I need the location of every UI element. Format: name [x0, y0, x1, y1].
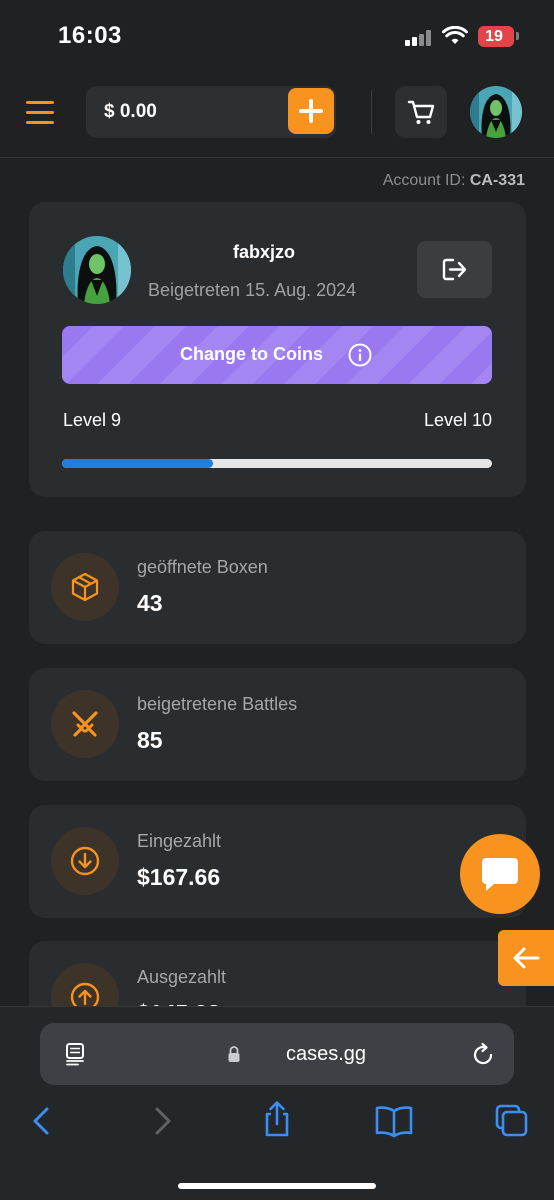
stat-value: 43 [137, 590, 163, 616]
profile-avatar [63, 236, 131, 304]
nav-divider [371, 90, 372, 134]
cart-icon [407, 100, 435, 124]
status-bar: 16:03 19 [0, 0, 554, 72]
stat-label: Eingezahlt [137, 831, 222, 851]
battery-level: 19 [485, 28, 503, 45]
account-id-value: CA-331 [469, 172, 525, 189]
add-funds-button[interactable] [288, 88, 334, 134]
current-level: Level 9 [63, 410, 122, 430]
crossed-swords-icon [72, 711, 98, 737]
share-icon[interactable] [257, 1099, 297, 1139]
wifi-icon [442, 26, 468, 44]
stat-icon-circle [51, 827, 119, 895]
account-id-label: Account ID: [382, 172, 466, 189]
stat-label: Ausgezahlt [137, 967, 227, 987]
cart-button[interactable] [395, 86, 447, 138]
chat-button[interactable] [460, 834, 540, 914]
next-level: Level 10 [423, 410, 492, 430]
logout-button[interactable] [417, 241, 492, 298]
reload-icon[interactable] [470, 1042, 496, 1068]
lock-icon [228, 1046, 240, 1062]
info-icon[interactable] [347, 342, 373, 368]
level-progress-bar [62, 459, 492, 468]
home-indicator [178, 1183, 376, 1189]
reader-page-icon[interactable] [64, 1042, 88, 1066]
hamburger-menu-icon[interactable] [26, 100, 54, 124]
stat-card-deposited: Eingezahlt $167.66 [29, 805, 526, 918]
logout-icon [442, 258, 467, 281]
forward-icon[interactable] [142, 1101, 182, 1141]
tabs-icon[interactable] [491, 1101, 531, 1141]
battery-tip [516, 32, 519, 40]
status-time: 16:03 [58, 22, 122, 49]
address-bar[interactable]: cases.gg [40, 1023, 514, 1085]
stat-value: 85 [137, 727, 163, 753]
deposit-arrow-down-icon [70, 846, 100, 876]
back-icon[interactable] [22, 1101, 62, 1141]
level-progress-fill [62, 459, 213, 468]
url-text: cases.gg [286, 1043, 367, 1065]
stat-value: $167.66 [137, 864, 221, 890]
username: fabxjzo [232, 242, 295, 262]
change-to-coins-label: Change to Coins [180, 344, 323, 364]
arrow-left-icon [513, 947, 540, 969]
stat-icon-circle [51, 553, 119, 621]
stat-card-opened-boxes: geöffnete Boxen 43 [29, 531, 526, 644]
profile-card: fabxjzo Beigetreten 15. Aug. 2024 Change… [29, 202, 526, 497]
chat-bubble-icon [482, 858, 518, 891]
top-navigation: $ 0.00 [0, 72, 554, 158]
browser-toolbar: cases.gg [0, 1006, 554, 1200]
account-id: Account ID: CA-331 [383, 172, 525, 190]
box-icon [71, 572, 99, 602]
user-avatar[interactable] [470, 86, 522, 138]
stat-card-joined-battles: beigetretene Battles 85 [29, 668, 526, 781]
stat-icon-circle [51, 690, 119, 758]
stat-label: beigetretene Battles [137, 694, 298, 714]
balance-amount: $ 0.00 [104, 101, 157, 122]
joined-date: Beigetreten 15. Aug. 2024 [148, 280, 357, 300]
bookmarks-icon[interactable] [374, 1101, 414, 1141]
cellular-signal-icon [405, 30, 433, 46]
stat-label: geöffnete Boxen [137, 557, 268, 577]
change-to-coins-button[interactable]: Change to Coins [62, 326, 492, 384]
collapse-arrow-button[interactable] [498, 930, 554, 986]
